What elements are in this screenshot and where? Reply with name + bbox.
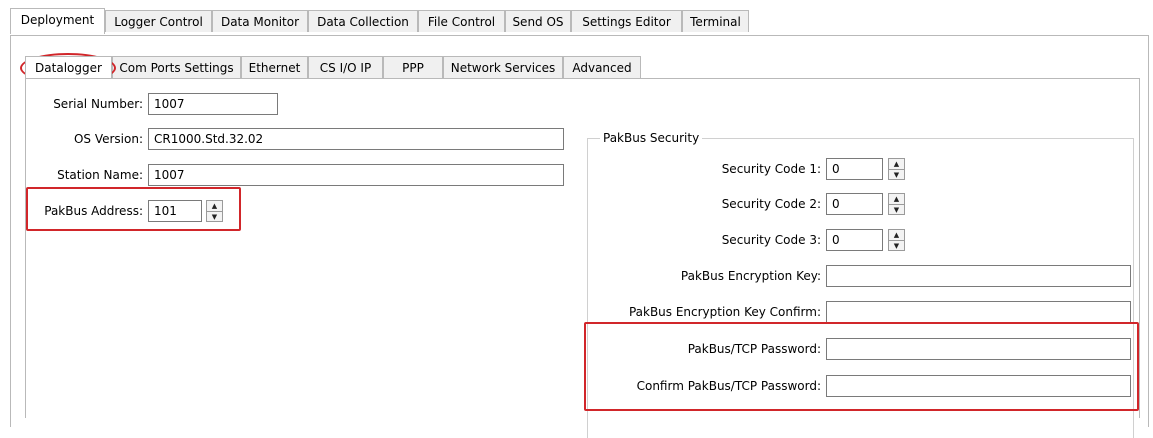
security-code-3-field[interactable]: 0 (826, 229, 883, 251)
security-code-2-spinner[interactable]: ▲ ▼ (888, 193, 905, 215)
serial-number-label: Serial Number: (53, 97, 143, 111)
station-name-label: Station Name: (57, 168, 143, 182)
spin-up-icon[interactable]: ▲ (889, 159, 904, 169)
tab-data-collection[interactable]: Data Collection (308, 10, 418, 32)
security-code-2-field[interactable]: 0 (826, 193, 883, 215)
tab-settings-editor[interactable]: Settings Editor (571, 10, 682, 32)
os-version-label: OS Version: (73, 132, 143, 146)
spin-up-icon[interactable]: ▲ (889, 194, 904, 204)
security-code-1-field[interactable]: 0 (826, 158, 883, 180)
security-code-3-spinner[interactable]: ▲ ▼ (888, 229, 905, 251)
security-code-2-label: Security Code 2: (721, 197, 821, 211)
tab-logger-control[interactable]: Logger Control (105, 10, 212, 32)
spin-down-icon[interactable]: ▼ (889, 204, 904, 215)
tab-advanced[interactable]: Advanced (563, 56, 641, 78)
tab-send-os[interactable]: Send OS (505, 10, 571, 32)
tab-com-ports-settings[interactable]: Com Ports Settings (112, 56, 241, 78)
security-code-1-spinner[interactable]: ▲ ▼ (888, 158, 905, 180)
tab-data-monitor[interactable]: Data Monitor (212, 10, 308, 32)
security-code-1-label: Security Code 1: (721, 162, 821, 176)
spin-up-icon[interactable]: ▲ (889, 230, 904, 240)
tab-terminal[interactable]: Terminal (682, 10, 749, 32)
spin-down-icon[interactable]: ▼ (889, 240, 904, 251)
security-code-3-label: Security Code 3: (721, 233, 821, 247)
station-name-field[interactable]: 1007 (148, 164, 564, 186)
tab-ethernet[interactable]: Ethernet (241, 56, 308, 78)
pakbus-address-highlight (26, 187, 241, 231)
encryption-key-confirm-label: PakBus Encryption Key Confirm: (628, 305, 821, 319)
tcp-password-highlight (584, 322, 1139, 411)
encryption-key-field[interactable] (826, 265, 1131, 287)
spin-down-icon[interactable]: ▼ (889, 169, 904, 180)
deployment-panel: Datalogger Com Ports Settings Ethernet C… (10, 35, 1149, 438)
tab-cs-io-ip[interactable]: CS I/O IP (308, 56, 383, 78)
encryption-key-confirm-field[interactable] (826, 301, 1131, 323)
tab-ppp[interactable]: PPP (383, 56, 443, 78)
device-configuration-window: Deployment Logger Control Data Monitor D… (10, 8, 1153, 438)
encryption-key-label: PakBus Encryption Key: (680, 269, 821, 283)
pakbus-security-group: PakBus Security Security Code 1: 0 ▲ ▼ S… (584, 130, 1139, 438)
os-version-field[interactable]: CR1000.Std.32.02 (148, 128, 564, 150)
datalogger-panel: Serial Number: 1007 OS Version: CR1000.S… (25, 78, 1140, 438)
tab-file-control[interactable]: File Control (418, 10, 505, 32)
tab-network-services[interactable]: Network Services (443, 56, 563, 78)
tab-deployment[interactable]: Deployment (10, 8, 105, 34)
serial-number-field[interactable]: 1007 (148, 93, 278, 115)
tab-datalogger[interactable]: Datalogger (25, 56, 112, 78)
pakbus-security-title: PakBus Security (600, 130, 703, 146)
